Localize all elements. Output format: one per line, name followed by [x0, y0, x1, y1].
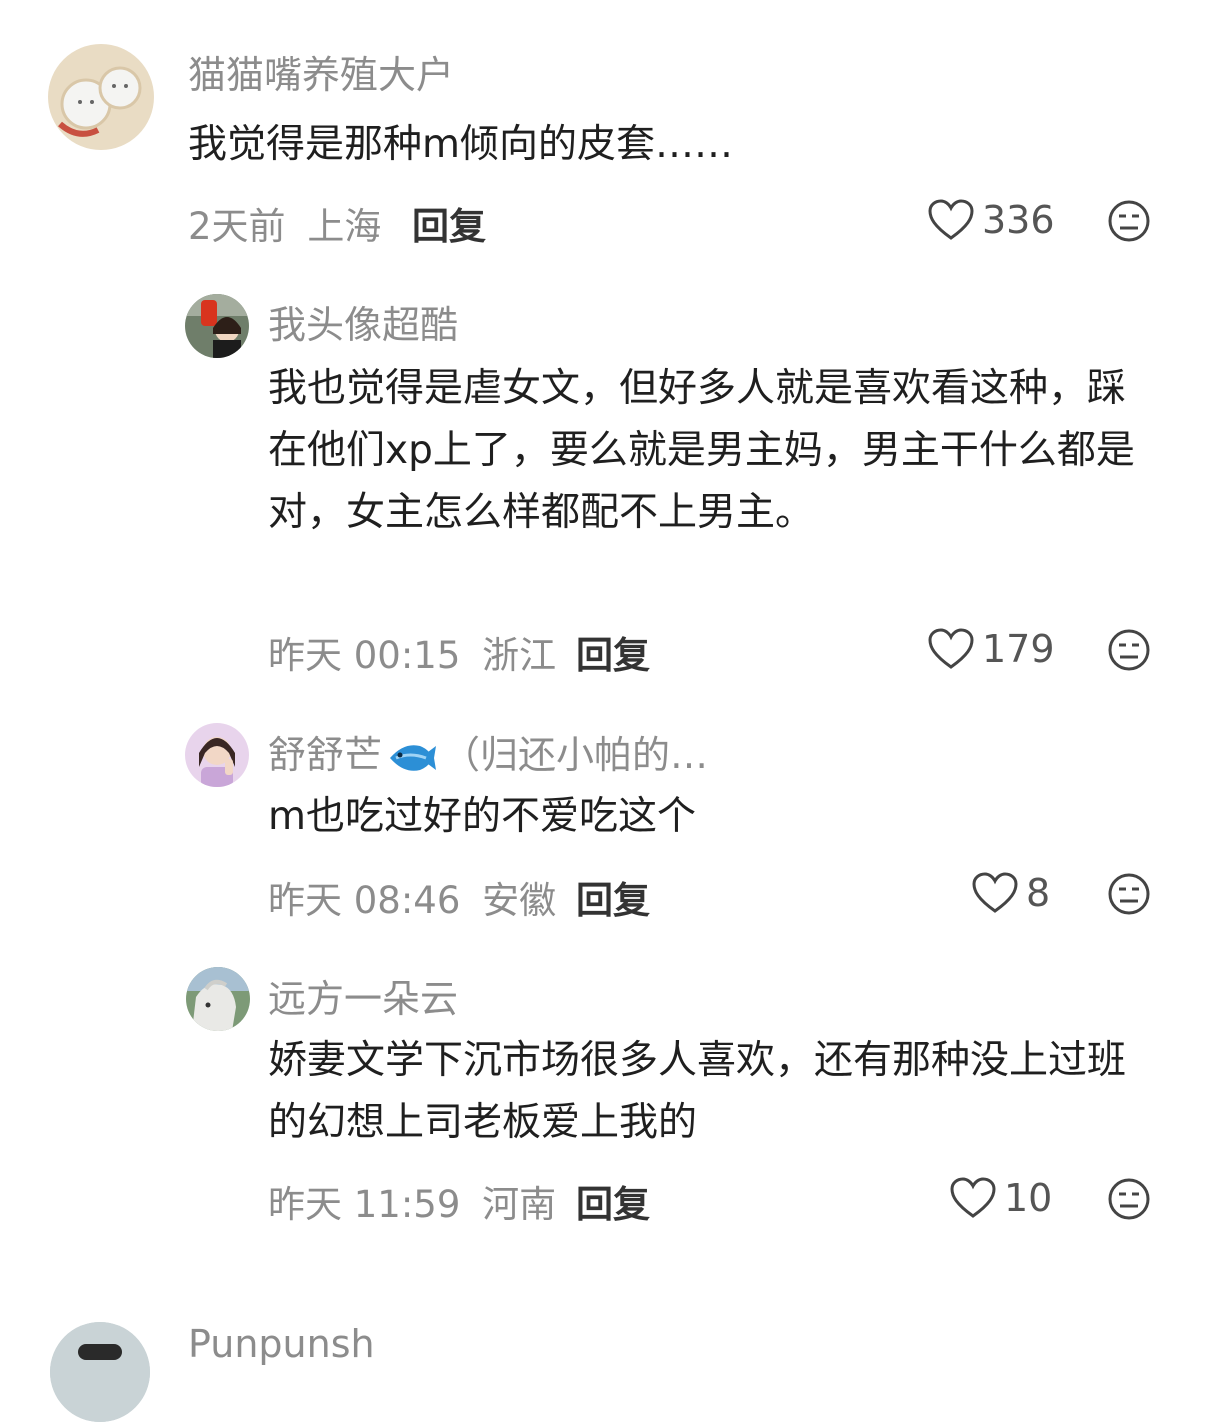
location: 河南	[482, 1183, 557, 1226]
reply-button[interactable]: 回复	[576, 870, 650, 924]
avatar[interactable]	[50, 1322, 150, 1422]
comment-text: 我也觉得是虐女文，但好多人就是喜欢看这种，踩在他们xp上了，要么就是男主妈，男主…	[268, 366, 1135, 535]
username[interactable]: 舒舒芒 （归还小帕的…	[268, 724, 708, 779]
location: 浙江	[482, 634, 557, 677]
like-count: 179	[982, 627, 1055, 671]
timestamp: 2天前 上海	[188, 196, 381, 250]
username[interactable]: 我头像超酷	[268, 294, 458, 349]
like-count: 10	[1004, 1176, 1053, 1220]
username-prefix: 舒舒芒	[268, 733, 383, 777]
like-count: 8	[1026, 871, 1051, 915]
avatar[interactable]	[48, 44, 154, 150]
reply-button[interactable]: 回复	[576, 625, 650, 679]
neutral-face-icon	[1108, 200, 1150, 242]
fish-emoji-icon	[390, 744, 437, 771]
neutral-face-icon	[1108, 1178, 1150, 1220]
username-suffix: （归还小帕的…	[442, 733, 709, 777]
reply-button[interactable]: 回复	[576, 1174, 650, 1228]
timestamp: 昨天 11:59 河南	[268, 1174, 556, 1228]
comment-text: 我觉得是那种m倾向的皮套……	[188, 122, 733, 167]
timestamp: 昨天 08:46 安徽	[268, 870, 556, 924]
like-button[interactable]: 179	[928, 624, 1055, 674]
time: 昨天 11:59	[268, 1183, 461, 1226]
dislike-button[interactable]	[1107, 1177, 1151, 1221]
heart-outline-icon	[972, 872, 1018, 913]
heart-outline-icon	[928, 628, 974, 669]
dislike-button[interactable]	[1107, 199, 1151, 243]
time: 昨天 08:46	[268, 879, 461, 922]
avatar[interactable]	[185, 723, 249, 787]
username[interactable]: Punpunsh	[188, 1322, 375, 1366]
time: 2天前	[188, 205, 286, 248]
reply-button[interactable]: 回复	[412, 196, 486, 250]
time: 昨天 00:15	[268, 634, 461, 677]
timestamp: 昨天 00:15 浙江	[268, 625, 556, 679]
like-button[interactable]: 336	[928, 195, 1055, 245]
like-count: 336	[982, 198, 1055, 242]
comment-text: m也吃过好的不爱吃这个	[268, 794, 696, 839]
avatar[interactable]	[185, 294, 249, 358]
comment-text: 娇妻文学下沉市场很多人喜欢，还有那种没上过班的幻想上司老板爱上我的	[268, 1038, 1127, 1145]
neutral-face-icon	[1108, 873, 1150, 915]
neutral-face-icon	[1108, 629, 1150, 671]
username[interactable]: 远方一朵云	[268, 968, 458, 1023]
dislike-button[interactable]	[1107, 872, 1151, 916]
location: 安徽	[482, 879, 557, 922]
username[interactable]: 猫猫嘴养殖大户	[188, 44, 454, 99]
like-button[interactable]: 8	[972, 868, 1050, 918]
dislike-button[interactable]	[1107, 628, 1151, 672]
heart-outline-icon	[928, 199, 974, 240]
heart-outline-icon	[950, 1177, 996, 1218]
avatar[interactable]	[186, 967, 250, 1031]
like-button[interactable]: 10	[950, 1173, 1052, 1223]
location: 上海	[307, 205, 382, 248]
